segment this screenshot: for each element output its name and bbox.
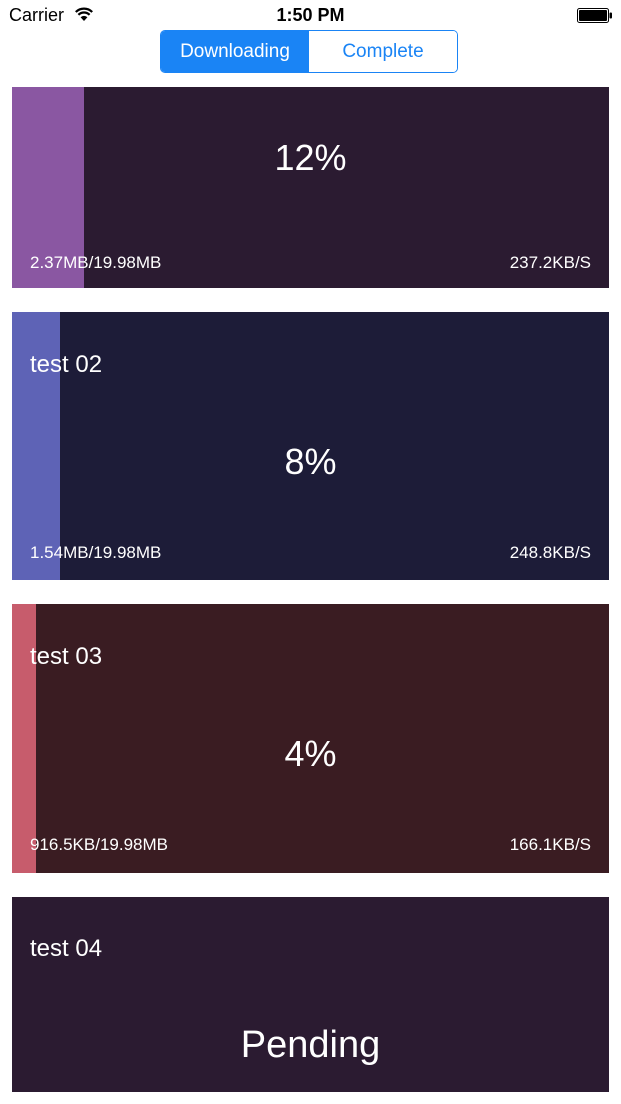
- progress-percent: 8%: [284, 441, 337, 482]
- download-speed: 237.2KB/S: [509, 253, 591, 272]
- download-name: test 04: [30, 935, 103, 962]
- download-speed: 166.1KB/S: [509, 835, 591, 854]
- download-name: test 03: [30, 643, 103, 670]
- download-item[interactable]: test 03 4% 916.5KB/19.98MB 166.1KB/S: [12, 604, 609, 873]
- download-item[interactable]: test 02 8% 1.54MB/19.98MB 248.8KB/S: [12, 312, 609, 580]
- status-time: 1:50 PM: [276, 5, 345, 25]
- download-status-segmented-control[interactable]: Downloading Complete: [160, 30, 458, 73]
- download-size: 1.54MB/19.98MB: [30, 543, 162, 562]
- tab-complete[interactable]: Complete: [309, 31, 457, 72]
- battery-icon: [577, 8, 613, 23]
- download-size: 916.5KB/19.98MB: [30, 835, 168, 854]
- progress-percent: 4%: [284, 733, 337, 774]
- download-speed: 248.8KB/S: [509, 543, 591, 562]
- progress-percent: 12%: [274, 137, 347, 178]
- download-size: 2.37MB/19.98MB: [30, 253, 162, 272]
- download-item[interactable]: test 04 Pending: [12, 897, 609, 1092]
- download-status-pending: Pending: [240, 1024, 381, 1066]
- tab-downloading[interactable]: Downloading: [161, 31, 309, 72]
- status-bar: Carrier 1:50 PM: [0, 0, 621, 30]
- download-item[interactable]: 12% 2.37MB/19.98MB 237.2KB/S: [12, 87, 609, 288]
- download-name: test 02: [30, 351, 103, 378]
